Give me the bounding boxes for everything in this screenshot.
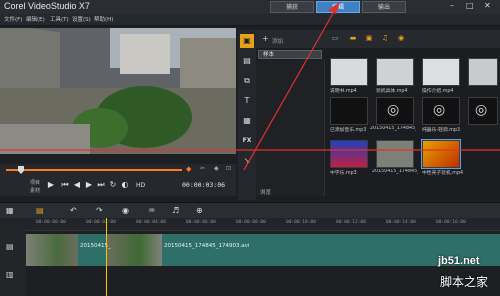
annotation-arrow-line [243, 7, 337, 171]
annotation-arrowhead [328, 2, 340, 14]
watermark-domain: jb51.net [438, 255, 480, 267]
watermark-site-name: 脚本之家 [440, 275, 489, 289]
annotation-overlay [0, 2, 500, 171]
